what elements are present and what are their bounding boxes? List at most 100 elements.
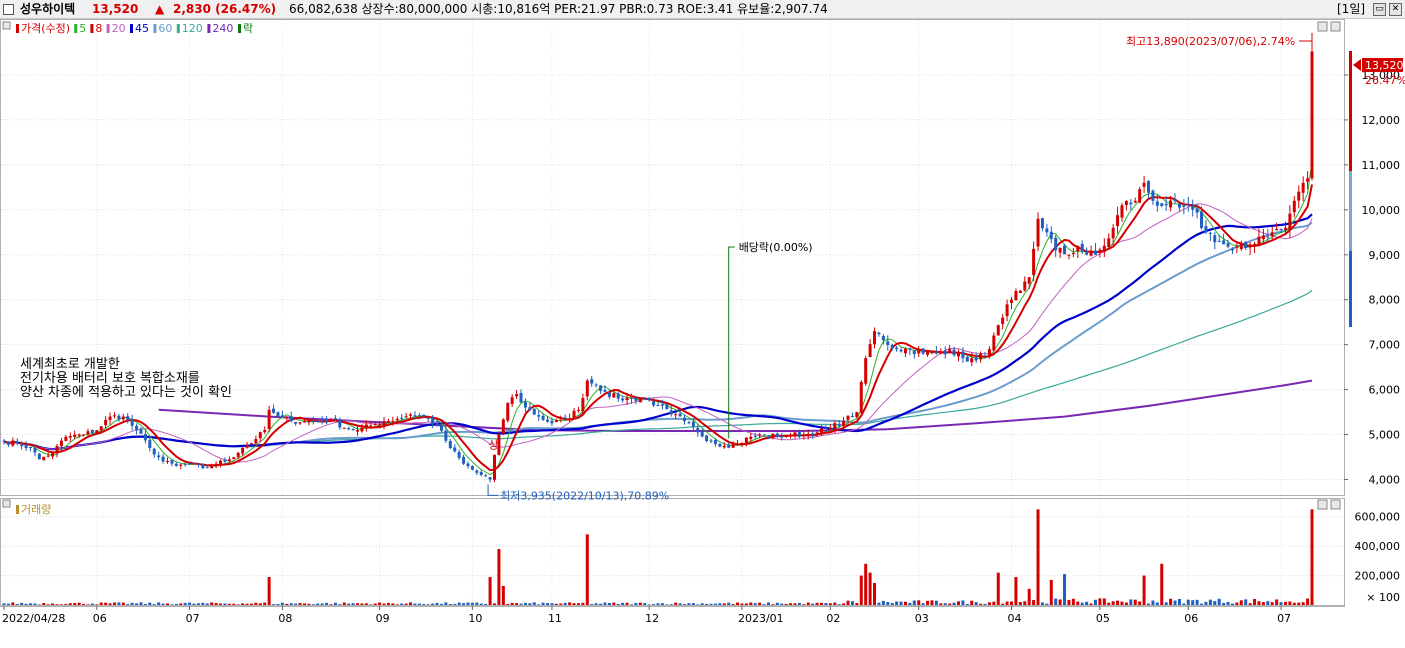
volume-bar — [961, 600, 965, 605]
candle-body — [939, 352, 943, 354]
volume-bar — [912, 600, 916, 605]
volume-bar — [877, 602, 881, 605]
close-icon[interactable]: ✕ — [1389, 3, 1402, 16]
volume-bar — [201, 602, 205, 605]
candle-body — [1129, 202, 1133, 205]
dividend-label: 배당락(0.00%) — [739, 241, 813, 254]
restore-icon[interactable]: ▭ — [1373, 3, 1386, 16]
candle-body — [1071, 252, 1075, 254]
candle-body — [833, 423, 837, 430]
candle-body — [453, 447, 457, 452]
volume-bar — [528, 603, 532, 605]
candle-body — [2, 440, 6, 442]
candle-body — [758, 434, 762, 436]
candle-body — [1310, 51, 1314, 179]
volume-bar — [1116, 600, 1120, 605]
stock-name[interactable]: 성우하이텍 — [20, 0, 75, 19]
volume-bar — [731, 604, 735, 605]
volume-bar — [506, 604, 510, 605]
volume-bar — [1036, 509, 1040, 605]
date-tick-label: 07 — [1277, 612, 1291, 625]
volume-bar — [302, 603, 306, 605]
volume-bar — [700, 603, 704, 605]
volume-bar — [183, 602, 187, 605]
volume-bar — [1089, 603, 1093, 605]
candle-body — [86, 431, 90, 435]
volume-bar — [974, 602, 978, 605]
candle-body — [1076, 245, 1080, 252]
candle-body — [1098, 249, 1102, 253]
candle-body — [669, 410, 673, 415]
volume-bar — [426, 604, 430, 605]
candle-body — [934, 351, 938, 354]
candle-body — [537, 415, 541, 417]
candle-body — [285, 417, 289, 419]
volume-bar — [713, 603, 717, 605]
volume-tick-label: 200,000 — [1355, 570, 1401, 583]
candle-body — [117, 415, 121, 420]
price-panel-frame — [0, 19, 1345, 496]
volume-bar — [519, 603, 523, 605]
candle-body — [126, 416, 130, 420]
volume-bar — [280, 602, 284, 605]
candle-body — [612, 393, 616, 398]
current-price: 13,520 — [92, 2, 139, 16]
date-tick-label: 04 — [1008, 612, 1022, 625]
volume-bar — [258, 603, 262, 605]
candle-body — [603, 389, 607, 392]
candle-body — [121, 416, 125, 420]
volume-bar — [1027, 588, 1031, 605]
period-selector[interactable]: [1일] — [1337, 0, 1365, 19]
volume-bar — [435, 602, 439, 605]
volume-bar — [762, 604, 766, 605]
candle-body — [625, 397, 629, 401]
candle-body — [599, 385, 603, 391]
candle-body — [789, 434, 793, 436]
candle-body — [1279, 228, 1283, 230]
volume-bar — [475, 602, 479, 605]
volume-bar — [1208, 599, 1212, 605]
volume-bar — [1261, 602, 1265, 605]
candle-body — [1138, 189, 1142, 203]
volume-bar — [1226, 601, 1230, 605]
volume-bar — [687, 603, 691, 605]
volume-bar — [1080, 602, 1084, 605]
volume-bar — [497, 549, 501, 605]
candle-body — [806, 433, 810, 436]
volume-bar — [479, 603, 483, 605]
candle-body — [744, 437, 748, 443]
candle-body — [382, 421, 386, 426]
candle-body — [1222, 240, 1226, 245]
volume-bar — [1160, 563, 1164, 605]
volume-bar — [709, 603, 713, 605]
candle-body — [572, 410, 576, 418]
candle-body — [532, 408, 536, 415]
candle-body — [970, 358, 974, 363]
volume-bar — [1147, 603, 1150, 605]
candle-body — [528, 407, 532, 411]
candle-body — [417, 415, 421, 417]
candle-body — [1147, 180, 1150, 193]
candle-body — [908, 348, 912, 350]
volume-bar — [629, 604, 633, 605]
candle-body — [753, 435, 757, 437]
volume-bar — [20, 602, 24, 605]
candle-body — [576, 409, 580, 411]
date-tick-label: 10 — [468, 612, 482, 625]
volume-bar — [842, 603, 846, 605]
candle-body — [457, 452, 461, 458]
volume-tick-label: 400,000 — [1355, 540, 1401, 553]
candle-body — [77, 434, 81, 436]
candle-body — [559, 418, 563, 420]
volume-bar — [179, 603, 183, 605]
checkbox-icon[interactable] — [3, 4, 14, 15]
volume-bar — [82, 604, 86, 605]
volume-bar — [873, 582, 877, 605]
candle-body — [797, 431, 801, 437]
candle-body — [254, 439, 258, 444]
candle-body — [1208, 232, 1212, 234]
up-arrow-icon: ▲ — [155, 2, 165, 16]
volume-bar — [466, 602, 470, 605]
volume-bar — [1155, 602, 1159, 605]
candle-body — [1067, 254, 1071, 256]
